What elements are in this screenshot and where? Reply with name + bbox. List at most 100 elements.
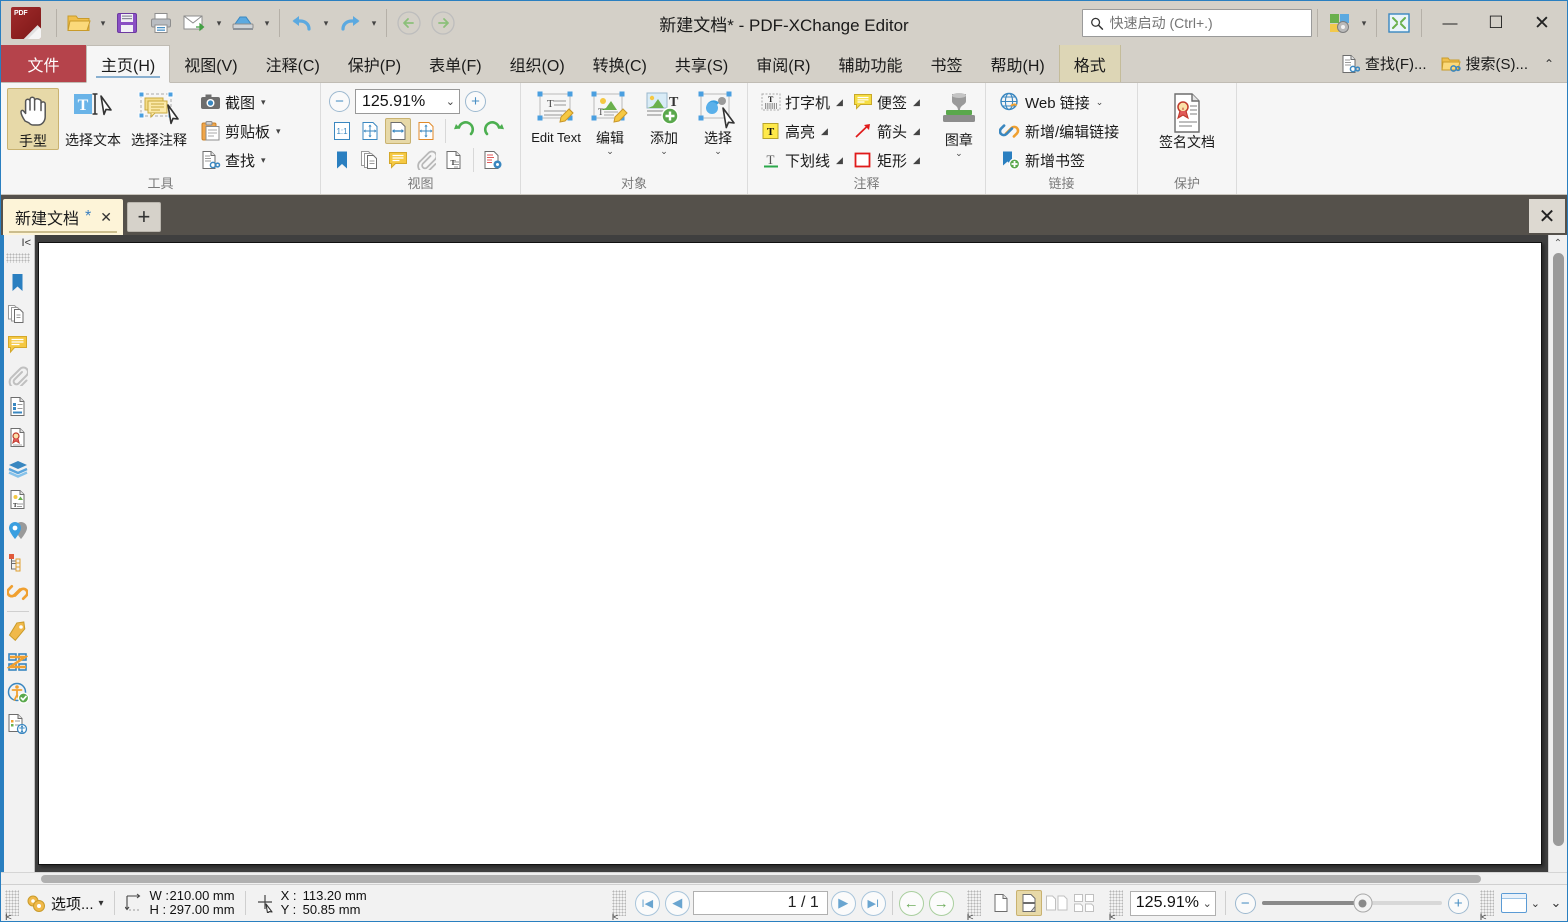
arrow-annotation-caret[interactable]: ◢ bbox=[913, 126, 920, 137]
zoom-slider-track[interactable] bbox=[1261, 893, 1442, 913]
underline-caret[interactable]: ◢ bbox=[836, 155, 843, 166]
select-comment-button[interactable]: 选择注释 bbox=[127, 87, 191, 148]
back-button[interactable] bbox=[392, 6, 426, 40]
tab-help[interactable]: 帮助(H) bbox=[976, 45, 1058, 82]
redo-caret[interactable]: ▾ bbox=[367, 6, 381, 40]
add-bookmark-button[interactable]: 新增书签 bbox=[996, 146, 1122, 174]
content-pane-button[interactable]: T bbox=[441, 147, 467, 173]
sidebar-item-structure[interactable] bbox=[3, 546, 33, 577]
two-page-layout-button[interactable] bbox=[1044, 890, 1070, 916]
fit-page-button[interactable] bbox=[357, 118, 383, 144]
tab-accessibility[interactable]: 辅助功能 bbox=[824, 45, 916, 82]
find-caret[interactable]: ▾ bbox=[261, 155, 266, 166]
zoom-slider-knob[interactable] bbox=[1353, 893, 1373, 913]
quick-search-input[interactable] bbox=[1109, 15, 1304, 31]
stamp-caret[interactable]: ⌄ bbox=[955, 149, 963, 158]
tab-bookmarks[interactable]: 书签 bbox=[916, 45, 976, 82]
add-object-button[interactable]: T 添加 ⌄ bbox=[638, 87, 690, 156]
typewriter-button[interactable]: T 打字机 ◢ bbox=[758, 88, 846, 116]
attachments-pane-button[interactable] bbox=[413, 147, 439, 173]
save-button[interactable] bbox=[110, 6, 144, 40]
statusbar-collapse-button[interactable]: ⌄ bbox=[1547, 895, 1565, 911]
navigate-back-button[interactable]: ← bbox=[898, 890, 924, 916]
search-command[interactable]: 搜索(S)... bbox=[1436, 49, 1534, 79]
scan-caret[interactable]: ▾ bbox=[260, 6, 274, 40]
sticky-note-caret[interactable]: ◢ bbox=[913, 97, 920, 108]
sign-document-button[interactable]: 签名文档 bbox=[1155, 89, 1219, 150]
theme-settings-button[interactable] bbox=[1323, 6, 1357, 40]
vertical-scroll-thumb[interactable] bbox=[1552, 253, 1564, 846]
tab-home[interactable]: 主页(H) bbox=[86, 45, 171, 83]
edit-object-button[interactable]: T 编辑 ⌄ bbox=[584, 87, 636, 156]
actual-size-button[interactable]: 1:1 bbox=[329, 118, 355, 144]
navigate-forward-button[interactable]: → bbox=[928, 890, 954, 916]
sidebar-item-order[interactable] bbox=[3, 646, 33, 677]
tab-file[interactable]: 文件 bbox=[1, 45, 86, 82]
pages-pane-button[interactable] bbox=[357, 147, 383, 173]
underline-button[interactable]: T 下划线 ◢ bbox=[758, 146, 846, 174]
email-button[interactable] bbox=[178, 6, 212, 40]
sidebar-item-signatures[interactable] bbox=[3, 422, 33, 453]
sidebar-item-tags[interactable] bbox=[3, 615, 33, 646]
edit-text-button[interactable]: T Edit Text bbox=[530, 87, 582, 145]
undo-caret[interactable]: ▾ bbox=[319, 6, 333, 40]
two-page-continuous-layout-button[interactable] bbox=[1072, 890, 1098, 916]
sidebar-item-links[interactable] bbox=[3, 577, 33, 608]
sidebar-item-layers[interactable] bbox=[3, 453, 33, 484]
statusbar-grip-layout[interactable] bbox=[966, 890, 981, 922]
maximize-button[interactable]: ☐ bbox=[1473, 1, 1519, 45]
options-caret[interactable]: ▾ bbox=[99, 898, 104, 909]
document-view[interactable] bbox=[35, 235, 1548, 872]
single-page-layout-button[interactable] bbox=[988, 890, 1014, 916]
close-button[interactable]: ✕ bbox=[1519, 1, 1565, 45]
print-button[interactable] bbox=[144, 6, 178, 40]
fit-visible-button[interactable] bbox=[413, 118, 439, 144]
sidebar-item-content[interactable] bbox=[3, 391, 33, 422]
document-tab-close-icon[interactable]: ✕ bbox=[97, 209, 115, 226]
web-link-caret[interactable]: ⌄ bbox=[1096, 97, 1104, 108]
rotate-right-button[interactable] bbox=[480, 118, 506, 144]
sidebar-item-bookmarks[interactable] bbox=[3, 267, 33, 298]
previous-page-button[interactable]: ◀ bbox=[664, 890, 690, 916]
arrow-annotation-button[interactable]: 箭头 ◢ bbox=[850, 117, 923, 145]
statusbar-zoom-out-button[interactable]: − bbox=[1234, 892, 1256, 914]
hand-tool-button[interactable]: 手型 bbox=[7, 88, 59, 150]
tab-comment[interactable]: 注释(C) bbox=[252, 45, 334, 82]
zoom-level-combo[interactable]: 125.91% ⌄ bbox=[355, 89, 460, 114]
select-object-caret[interactable]: ⌄ bbox=[714, 147, 722, 156]
sidebar-item-attachments[interactable] bbox=[3, 360, 33, 391]
collapse-ribbon-button[interactable]: ⌃ bbox=[1537, 57, 1561, 71]
minimize-button[interactable]: — bbox=[1427, 1, 1473, 45]
stamp-button[interactable]: 图章 ⌄ bbox=[933, 87, 985, 158]
pane-collapse-handle[interactable]: I< bbox=[1, 235, 34, 251]
add-edit-link-button[interactable]: 新增/编辑链接 bbox=[996, 117, 1122, 145]
tab-form[interactable]: 表单(F) bbox=[415, 45, 495, 82]
next-page-button[interactable]: ▶ bbox=[830, 890, 856, 916]
highlight-button[interactable]: T 高亮 ◢ bbox=[758, 117, 846, 145]
statusbar-zoom-combo[interactable]: 125.91% ⌄ bbox=[1129, 890, 1216, 916]
open-file-caret[interactable]: ▾ bbox=[96, 6, 110, 40]
rotate-left-button[interactable] bbox=[452, 118, 478, 144]
continuous-layout-button[interactable] bbox=[1015, 890, 1042, 916]
view-settings-button[interactable] bbox=[480, 147, 506, 173]
window-mode-button[interactable]: ⌄ bbox=[1494, 888, 1547, 918]
rectangle-annotation-button[interactable]: 矩形 ◢ bbox=[850, 146, 923, 174]
bookmarks-pane-button[interactable] bbox=[329, 147, 355, 173]
web-link-button[interactable]: Web 链接 ⌄ bbox=[996, 88, 1122, 116]
tab-convert[interactable]: 转换(C) bbox=[579, 45, 661, 82]
tab-view[interactable]: 视图(V) bbox=[170, 45, 251, 82]
horizontal-scrollbar[interactable] bbox=[1, 872, 1567, 884]
document-tab[interactable]: 新建文档 * ✕ bbox=[3, 199, 123, 235]
clipboard-caret[interactable]: ▾ bbox=[276, 126, 281, 137]
redo-button[interactable] bbox=[333, 6, 367, 40]
snapshot-caret[interactable]: ▾ bbox=[261, 97, 266, 108]
add-object-caret[interactable]: ⌄ bbox=[660, 147, 668, 156]
clipboard-button[interactable]: 剪贴板 ▾ bbox=[197, 117, 284, 145]
forward-button[interactable] bbox=[426, 6, 460, 40]
sidebar-item-comments[interactable] bbox=[3, 329, 33, 360]
sidebar-item-pages[interactable] bbox=[3, 298, 33, 329]
quick-search-box[interactable] bbox=[1082, 9, 1312, 37]
sticky-note-button[interactable]: 便签 ◢ bbox=[850, 88, 923, 116]
edit-object-caret[interactable]: ⌄ bbox=[606, 147, 614, 156]
tab-format[interactable]: 格式 bbox=[1058, 45, 1121, 82]
